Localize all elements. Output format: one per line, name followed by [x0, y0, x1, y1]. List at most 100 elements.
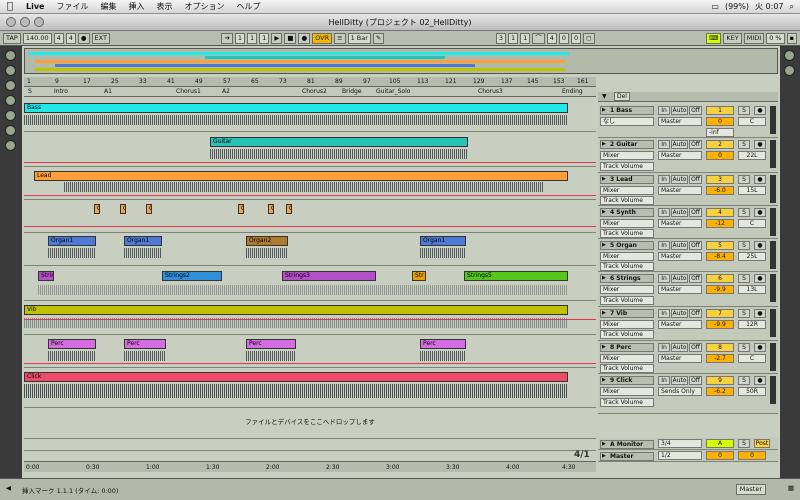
volume-field[interactable]: -12	[706, 219, 734, 228]
output-select[interactable]: Master	[658, 151, 702, 160]
loop-switch-icon[interactable]: ⌒	[532, 32, 545, 44]
browser-toggle-icon[interactable]	[5, 50, 16, 61]
return-lane-monitor[interactable]	[24, 438, 596, 450]
input-monitor-auto[interactable]: Auto	[671, 309, 688, 318]
track-view-selector-icon[interactable]: ▦	[788, 484, 794, 492]
draw-mode-icon[interactable]: ◻	[583, 32, 595, 44]
arm-button[interactable]: ●	[754, 106, 766, 115]
clip-synth[interactable]: C	[120, 204, 126, 214]
loop-length-bar[interactable]: 4	[546, 32, 557, 44]
loop-start-sixteenth[interactable]: 1	[520, 32, 531, 44]
output-select[interactable]: Sends Only	[658, 387, 702, 396]
clip-synth[interactable]: C	[146, 204, 152, 214]
info-view-icon[interactable]	[5, 140, 16, 151]
overdub-button[interactable]: OVR	[312, 32, 333, 44]
master-pan-field[interactable]: 0	[738, 451, 766, 460]
arm-button[interactable]: ●	[754, 309, 766, 318]
locator-ruler[interactable]: S Intro A1 Chorus1 A2 Chorus2 Bridge Gui…	[24, 87, 596, 97]
return-activator[interactable]: A	[706, 439, 734, 448]
input-monitor-auto[interactable]: Auto	[671, 241, 688, 250]
clip-organ[interactable]: Organ1	[124, 236, 162, 246]
input-monitor-in[interactable]: In	[658, 175, 670, 184]
clip-strings[interactable]: Strings3	[282, 271, 376, 281]
midi-map-button[interactable]: MIDI	[743, 32, 765, 44]
solo-button[interactable]: S	[738, 343, 750, 352]
track-name[interactable]: 6 Strings	[600, 274, 654, 283]
track-activator[interactable]: 4	[706, 208, 734, 217]
volume-field[interactable]: -9.9	[706, 285, 734, 294]
volume-field[interactable]: -8.4	[706, 252, 734, 261]
locator-intro[interactable]: Intro	[54, 88, 68, 95]
loop-start-bar[interactable]: 3	[495, 32, 506, 44]
locator-bridge[interactable]: Bridge	[342, 88, 362, 95]
output-select[interactable]: Master	[658, 354, 702, 363]
fold-all-icon[interactable]: ▼	[602, 93, 607, 100]
loop-length-beat[interactable]: 0	[558, 32, 570, 44]
automation-param-select[interactable]: Track Volume	[600, 364, 654, 373]
clip-synth[interactable]: C	[286, 204, 292, 214]
input-monitor-auto[interactable]: Auto	[671, 274, 688, 283]
track-lane-guitar[interactable]: Guitar	[24, 132, 596, 167]
automation-line[interactable]	[24, 363, 596, 364]
track-name[interactable]: 9 Click	[600, 376, 654, 385]
track-activator[interactable]: 1	[706, 106, 734, 115]
battery-icon[interactable]: ▭	[711, 2, 719, 11]
tap-tempo-button[interactable]: TAP	[3, 32, 21, 44]
track-lane-perc[interactable]: Perc Perc Perc Perc	[24, 335, 596, 368]
locator-ending[interactable]: Ending	[562, 88, 583, 95]
input-monitor-off[interactable]: Off	[689, 274, 702, 283]
master-signature-select[interactable]: 1/2	[658, 451, 702, 460]
automation-line[interactable]	[24, 226, 596, 227]
locator-a2[interactable]: A2	[222, 88, 230, 95]
automation-line[interactable]	[24, 162, 596, 163]
time-signature-denominator[interactable]: 4	[65, 32, 76, 44]
arm-button[interactable]: ●	[754, 274, 766, 283]
track-activator[interactable]: 7	[706, 309, 734, 318]
track-name[interactable]: 3 Lead	[600, 175, 654, 184]
menu-help[interactable]: ヘルプ	[230, 1, 266, 12]
input-monitor-in[interactable]: In	[658, 140, 670, 149]
automation-param-select[interactable]: Track Volume	[600, 229, 654, 238]
locator-chorus3[interactable]: Chorus3	[478, 88, 503, 95]
master-select[interactable]: Master	[735, 484, 766, 495]
track-lane-lead[interactable]: Lead	[24, 167, 596, 200]
track-name[interactable]: 5 Organ	[600, 241, 654, 250]
track-name[interactable]: Master	[600, 452, 654, 461]
session-view-toggle-icon[interactable]	[784, 50, 795, 61]
input-monitor-auto[interactable]: Auto	[671, 208, 688, 217]
clip-click[interactable]: Click	[24, 372, 568, 382]
clip-perc[interactable]: Perc	[246, 339, 296, 349]
quantize-menu-icon[interactable]: ≡	[334, 32, 346, 44]
input-type-select[interactable]: Mixer	[600, 186, 654, 195]
automation-param-select[interactable]: Track Volume	[600, 262, 654, 271]
pan-field[interactable]: C	[738, 117, 766, 126]
output-select[interactable]: Master	[658, 219, 702, 228]
clip-organ[interactable]: Organ1	[420, 236, 466, 246]
minimize-button[interactable]	[20, 17, 30, 27]
quantize-select[interactable]: 1 Bar	[347, 32, 371, 44]
key-map-button[interactable]: KEY	[723, 32, 742, 44]
track-activator[interactable]: 6	[706, 274, 734, 283]
solo-button[interactable]: S	[738, 208, 750, 217]
arrangement-view-toggle-icon[interactable]	[784, 65, 795, 76]
menu-live[interactable]: Live	[20, 2, 50, 11]
output-select[interactable]: Master	[658, 186, 702, 195]
solo-button[interactable]: S	[738, 241, 750, 250]
input-monitor-in[interactable]: In	[658, 376, 670, 385]
tempo-field[interactable]: 140.00	[22, 32, 52, 44]
input-monitor-auto[interactable]: Auto	[671, 140, 688, 149]
solo-button[interactable]: S	[738, 274, 750, 283]
clip-strings[interactable]: Strings5	[464, 271, 568, 281]
input-monitor-off[interactable]: Off	[689, 241, 702, 250]
input-type-select[interactable]: Mixer	[600, 320, 654, 329]
arrangement-overview[interactable]	[24, 48, 778, 74]
track-lane-strings[interactable]: Strin Strings2 Strings3 Str Strings5	[24, 266, 596, 301]
input-monitor-auto[interactable]: Auto	[671, 343, 688, 352]
metronome-button[interactable]: ●	[77, 32, 90, 44]
post-button[interactable]: Post	[754, 439, 770, 448]
automation-param-select[interactable]: Track Volume	[600, 330, 654, 339]
input-type-select[interactable]: なし	[600, 117, 654, 126]
track-name[interactable]: 1 Bass	[600, 106, 654, 115]
input-monitor-auto[interactable]: Auto	[671, 106, 688, 115]
input-monitor-auto[interactable]: Auto	[671, 376, 688, 385]
